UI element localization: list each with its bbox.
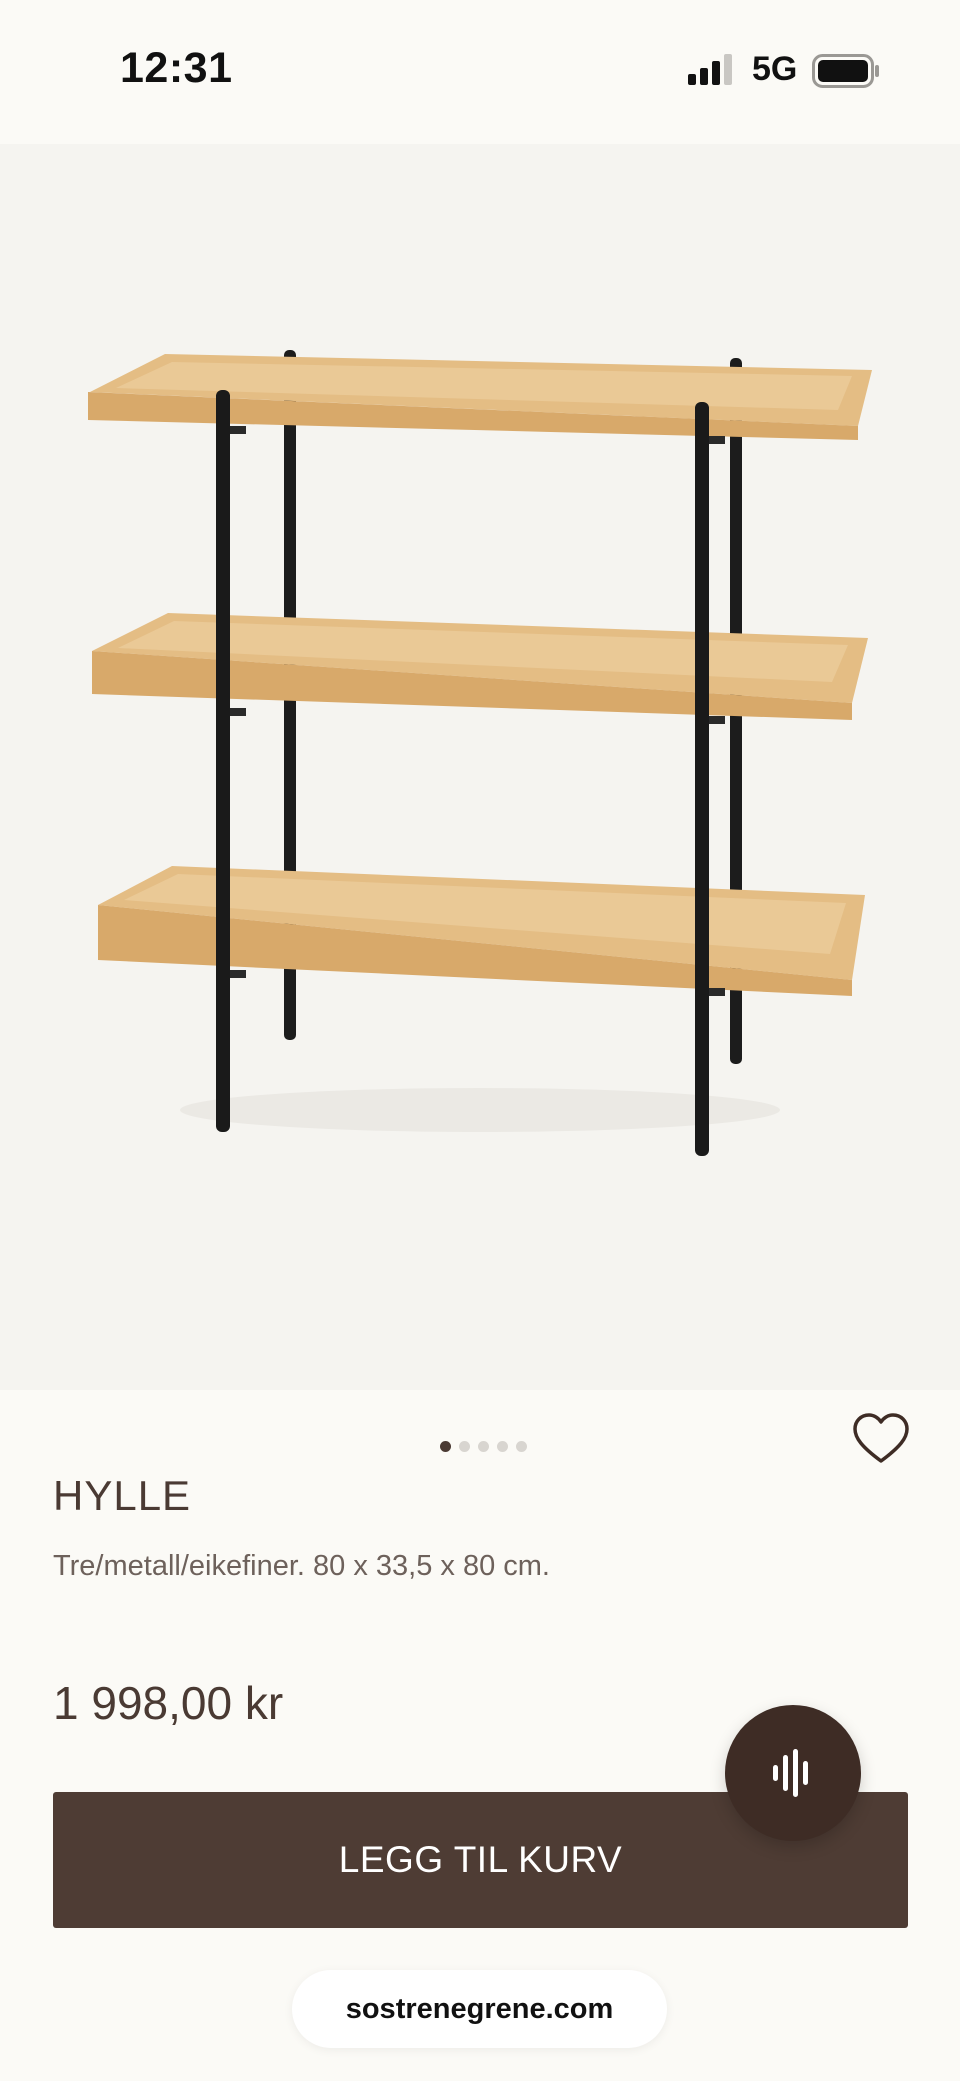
voice-waveform-icon	[773, 1749, 808, 1797]
browser-url-bar[interactable]: sostrenegrene.com	[292, 1970, 667, 2048]
signal-icon	[688, 54, 732, 85]
pagination-dot-2[interactable]	[459, 1440, 470, 1452]
product-price: 1 998,00 kr	[53, 1677, 284, 1729]
pagination-dot-5[interactable]	[516, 1440, 527, 1452]
status-time: 12:31	[120, 44, 233, 92]
url-text: sostrenegrene.com	[345, 1992, 614, 2025]
network-type: 5G	[752, 50, 798, 88]
heart-outline-icon	[853, 1413, 909, 1463]
pagination-dot-3[interactable]	[478, 1440, 489, 1452]
status-bar: 12:31 5G	[0, 0, 960, 144]
pagination-dot-4[interactable]	[497, 1440, 508, 1452]
pagination-dot-1[interactable]	[440, 1440, 451, 1452]
product-description: Tre/metall/eikefiner. 80 x 33,5 x 80 cm.	[53, 1550, 550, 1582]
product-title: HYLLE	[53, 1472, 192, 1519]
product-image[interactable]	[0, 144, 960, 1390]
image-pagination[interactable]	[440, 1440, 527, 1452]
favorite-button[interactable]	[852, 1412, 910, 1466]
battery-icon	[812, 54, 879, 88]
voice-assistant-button[interactable]	[725, 1705, 861, 1841]
shelf-image	[88, 350, 872, 1156]
